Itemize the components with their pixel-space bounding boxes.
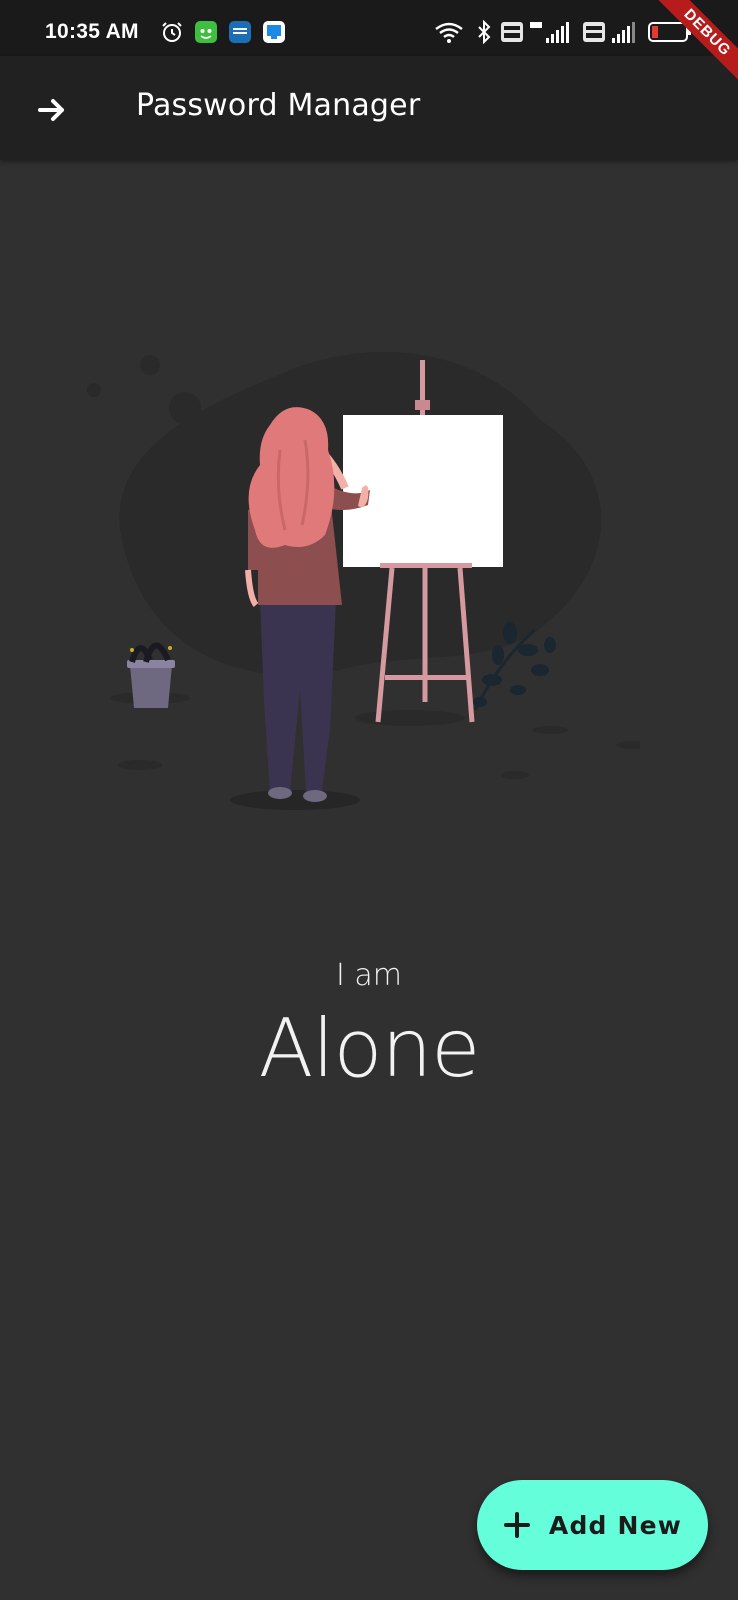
wifi-icon — [435, 22, 463, 43]
empty-state-caption: I am — [336, 958, 402, 993]
add-new-button[interactable]: Add New — [477, 1480, 708, 1570]
app-bar: Password Manager — [0, 56, 738, 160]
prime-video-icon — [229, 21, 251, 43]
signal-icon — [612, 22, 635, 43]
status-bar: 10:35 AM DEBUG — [0, 0, 738, 94]
signal-icon — [530, 22, 569, 43]
volte-icon — [583, 22, 605, 42]
alarm-icon — [162, 22, 182, 42]
leading-button[interactable] — [30, 88, 74, 132]
add-new-label: Add New — [548, 1510, 683, 1540]
arrow-forward-icon — [38, 99, 64, 121]
status-time: 10:35 AM — [45, 20, 139, 43]
page-title: Password Manager — [136, 88, 421, 123]
plus-icon — [503, 1511, 531, 1539]
bluetooth-icon — [478, 20, 491, 44]
app-icon-green — [195, 21, 217, 43]
volte-icon — [501, 22, 523, 42]
empty-state-illustration — [87, 351, 640, 810]
empty-state-title: Alone — [258, 1002, 481, 1095]
app-icon-blue — [263, 21, 285, 43]
